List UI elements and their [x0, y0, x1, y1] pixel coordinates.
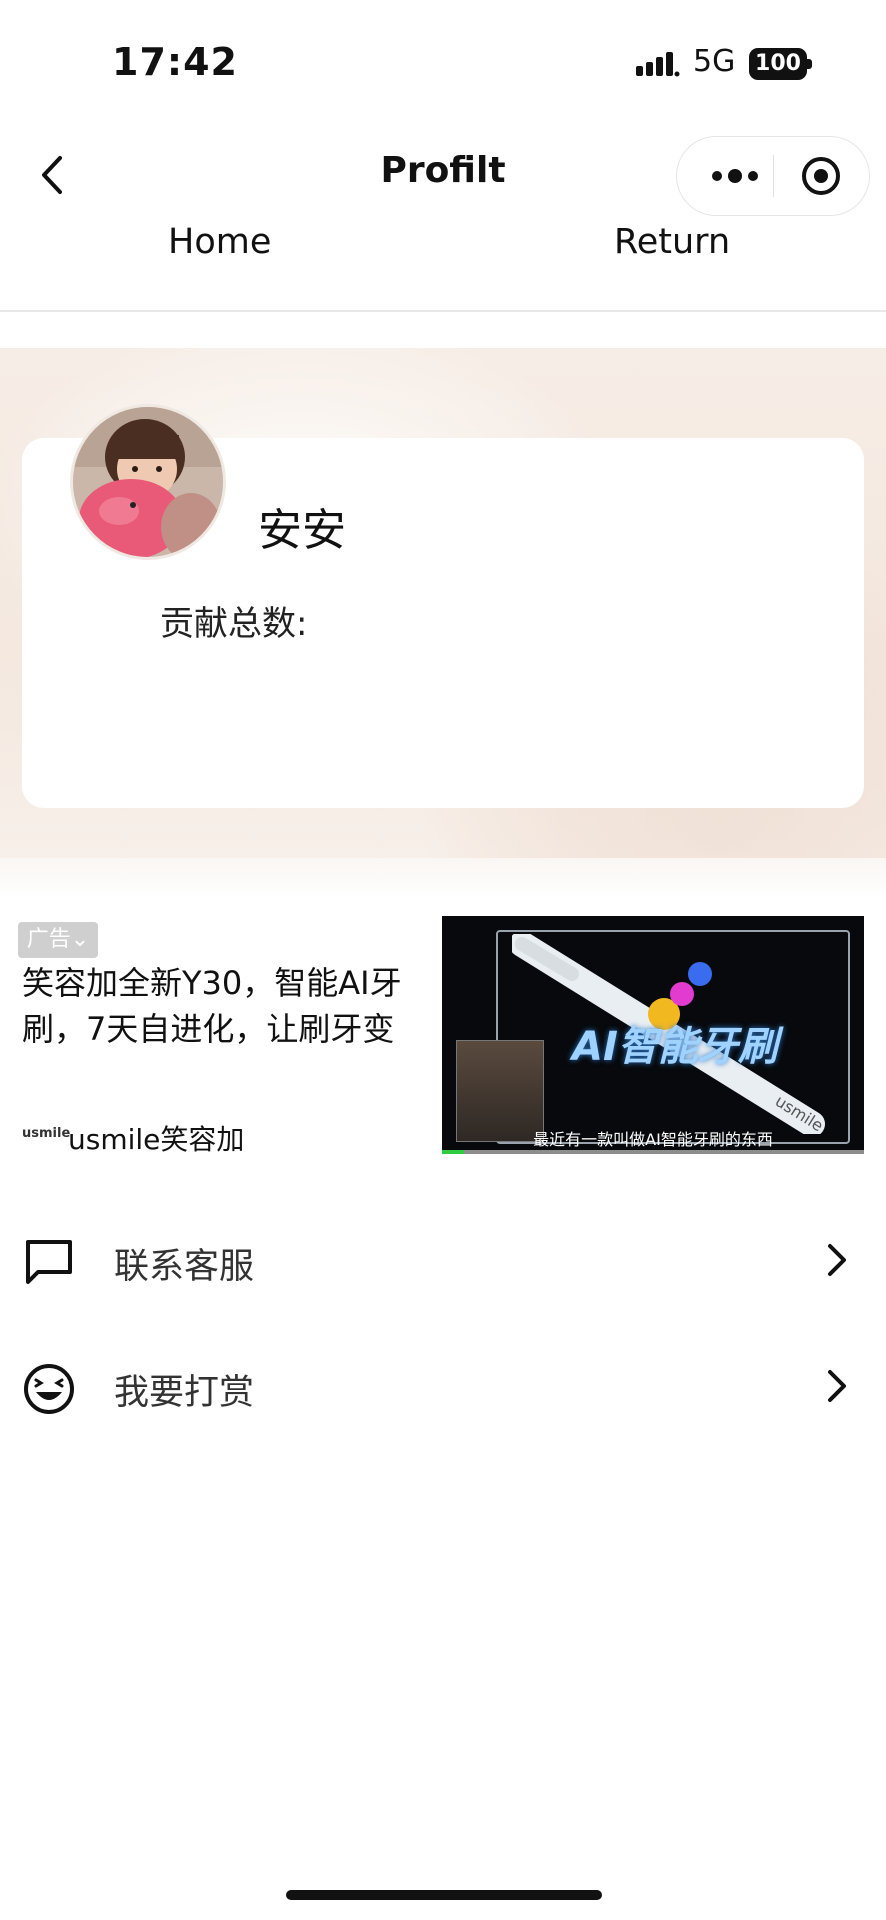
network-type: 5G	[693, 44, 736, 79]
chevron-down-icon: ⌄	[70, 927, 90, 952]
battery-icon: 100	[749, 48, 807, 80]
menu-item-contact-service[interactable]: 联系客服	[0, 1214, 886, 1324]
ad-brand-name[interactable]: usmile笑容加	[68, 1118, 244, 1158]
close-target-icon[interactable]	[793, 153, 849, 199]
ad-text[interactable]: 笑容加全新Y30，智能AI牙刷，7天自进化，让刷牙变	[22, 960, 422, 1052]
smile-face-icon	[24, 1364, 74, 1414]
avatar[interactable]	[70, 404, 226, 560]
ad-media-subtitle: 最近有一款叫做AI智能牙刷的东西	[533, 1130, 773, 1149]
home-indicator[interactable]	[286, 1890, 602, 1900]
capsule-divider	[773, 155, 774, 197]
chat-bubble-icon	[26, 1240, 72, 1284]
menu-item-label: 联系客服	[114, 1247, 255, 1287]
ad-video-thumbnail[interactable]: usmile AI智能牙刷 最近有一款叫做AI智能牙刷的东西	[442, 916, 864, 1154]
nav-bar: Profilt Home Return	[0, 120, 886, 340]
section-fade	[0, 858, 886, 898]
return-link[interactable]: Return	[614, 222, 730, 262]
menu-item-label: 我要打赏	[114, 1373, 255, 1413]
more-dots-icon[interactable]	[699, 153, 775, 199]
video-progress-bar	[442, 1150, 864, 1154]
contribution-label: 贡献总数:	[160, 604, 308, 644]
chevron-right-icon	[828, 1244, 846, 1276]
nav-divider	[0, 310, 886, 312]
ad-badge[interactable]: 广告⌄	[18, 922, 98, 958]
username: 安安	[258, 505, 346, 556]
chevron-right-icon	[828, 1370, 846, 1402]
avatar-image	[73, 407, 223, 557]
mini-program-capsule	[676, 136, 870, 216]
ad-media-headline: AI智能牙刷	[572, 1024, 778, 1070]
home-link[interactable]: Home	[168, 222, 271, 262]
status-bar: 17:42 5G 100	[0, 0, 886, 120]
status-time: 17:42	[112, 40, 238, 84]
ad-brand-logo: usmile	[22, 1126, 71, 1141]
ad-badge-label: 广告	[26, 927, 71, 952]
menu-item-tip[interactable]: 我要打赏	[0, 1340, 886, 1450]
signal-icon	[636, 52, 680, 77]
battery-tip	[807, 59, 812, 69]
